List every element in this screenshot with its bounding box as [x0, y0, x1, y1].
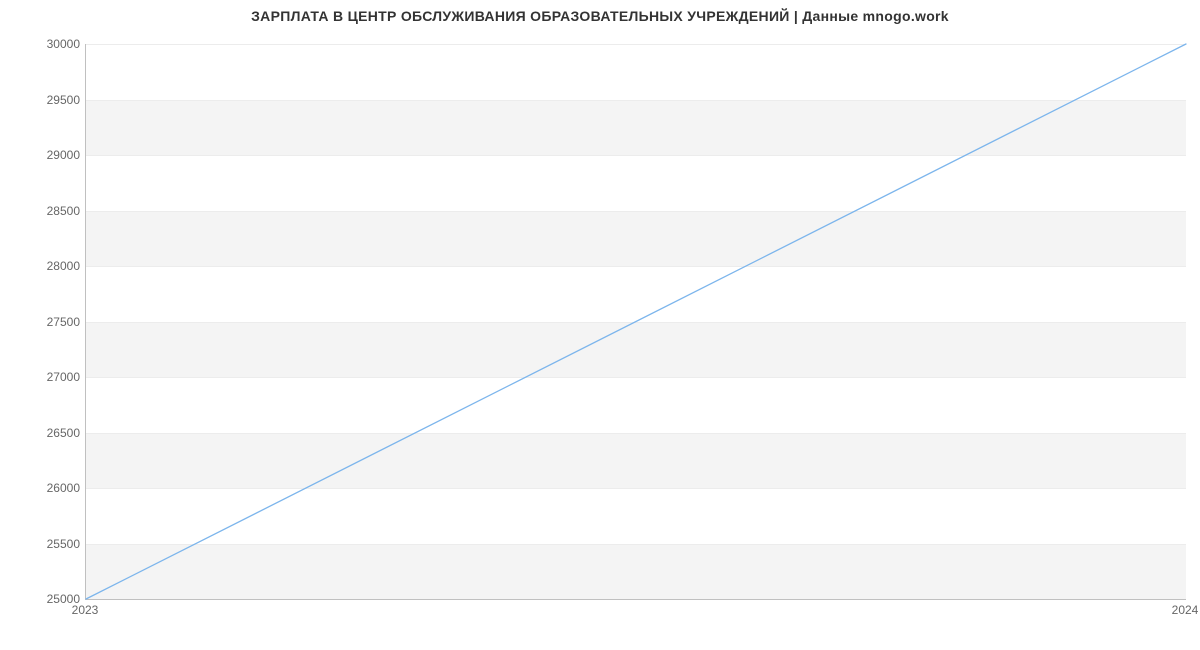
y-tick-label: 26500: [0, 426, 80, 440]
y-tick-label: 27500: [0, 315, 80, 329]
chart-title: ЗАРПЛАТА В ЦЕНТР ОБСЛУЖИВАНИЯ ОБРАЗОВАТЕ…: [0, 8, 1200, 24]
y-tick-label: 29500: [0, 93, 80, 107]
y-tick-label: 25000: [0, 592, 80, 606]
y-tick-label: 28500: [0, 204, 80, 218]
x-tick-label: 2024: [1172, 603, 1199, 617]
y-tick-label: 28000: [0, 259, 80, 273]
y-tick-label: 25500: [0, 537, 80, 551]
y-tick-label: 27000: [0, 370, 80, 384]
series-layer: [86, 44, 1186, 599]
series-line: [86, 44, 1186, 599]
y-tick-label: 29000: [0, 148, 80, 162]
y-tick-label: 26000: [0, 481, 80, 495]
plot-area: [85, 44, 1186, 600]
y-tick-label: 30000: [0, 37, 80, 51]
x-tick-label: 2023: [72, 603, 99, 617]
chart-container: ЗАРПЛАТА В ЦЕНТР ОБСЛУЖИВАНИЯ ОБРАЗОВАТЕ…: [0, 0, 1200, 650]
